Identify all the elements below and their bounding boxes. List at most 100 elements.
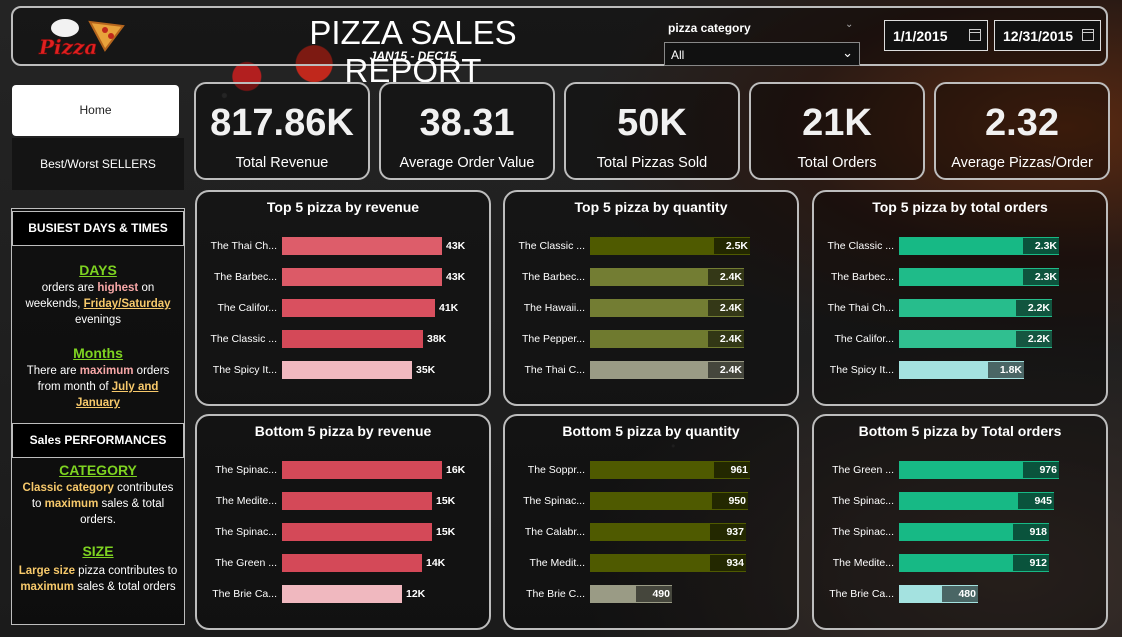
bar[interactable] [282, 268, 442, 286]
bar-row[interactable]: The Spinac... 918 [814, 522, 1106, 542]
bar-row[interactable]: The Calabr... 937 [505, 522, 797, 542]
bar-row[interactable]: The Califor... 2.2K [814, 329, 1106, 349]
bar-category-label: The Soppr... [527, 464, 585, 476]
bar-value-label: 35K [416, 364, 436, 376]
page-subtitle: JAN15 - DEC15 [369, 49, 457, 63]
category-filter-label: pizza category [668, 21, 751, 35]
bar-row[interactable]: The Thai Ch... 2.2K [814, 298, 1106, 318]
bar-value-label: 937 [710, 524, 746, 540]
bar-value-label: 2.2K [1016, 300, 1052, 316]
calendar-icon[interactable] [969, 29, 981, 41]
chart-title: Top 5 pizza by total orders [872, 199, 1048, 215]
bar-value-label: 2.4K [708, 331, 744, 347]
kpi-label: Total Pizzas Sold [596, 155, 708, 171]
bar-row[interactable]: The Brie Ca... 480 [814, 584, 1106, 604]
bar-row[interactable]: The Thai C... 2.4K [505, 360, 797, 380]
bar-row[interactable]: The Spinac... 16K [197, 460, 489, 480]
bar[interactable] [282, 237, 442, 255]
bar-row[interactable]: The Medite... 912 [814, 553, 1106, 573]
bar-row[interactable]: The Spinac... 945 [814, 491, 1106, 511]
bar-category-label: The Classic ... [518, 240, 585, 252]
bar-category-label: The Calabr... [524, 526, 585, 538]
end-date-input[interactable]: 12/31/2015 [994, 20, 1101, 51]
bar-category-label: The Califor... [834, 333, 894, 345]
bar-row[interactable]: The Spicy It... 1.8K [814, 360, 1106, 380]
bar-row[interactable]: The Califor... 41K [197, 298, 489, 318]
bar-row[interactable]: The Green ... 976 [814, 460, 1106, 480]
bar-row[interactable]: The Spicy It... 35K [197, 360, 489, 380]
kpi-card-avg-pizzas-per-order: 2.32 Average Pizzas/Order [934, 82, 1110, 180]
bar-value-label: 15K [436, 495, 456, 507]
bar-value-label: 2.4K [708, 269, 744, 285]
bar-row[interactable]: The Thai Ch... 43K [197, 236, 489, 256]
bar-value-label: 43K [446, 271, 466, 283]
bar-value-label: 43K [446, 240, 466, 252]
bar[interactable] [282, 523, 432, 541]
calendar-icon[interactable] [1082, 29, 1094, 41]
months-heading: Months [73, 345, 123, 361]
bar-row[interactable]: The Barbec... 43K [197, 267, 489, 287]
bar-category-label: The Califor... [217, 302, 277, 314]
bar[interactable] [282, 299, 435, 317]
bar-row[interactable]: The Classic ... 2.3K [814, 236, 1106, 256]
bar-row[interactable]: The Spinac... 15K [197, 522, 489, 542]
bar-row[interactable]: The Classic ... 38K [197, 329, 489, 349]
bar-value-label: 480 [942, 586, 978, 602]
bar-value-label: 961 [714, 462, 750, 478]
start-date-input[interactable]: 1/1/2015 [884, 20, 988, 51]
bar-row[interactable]: The Spinac... 950 [505, 491, 797, 511]
category-filter-select[interactable]: All ⌄ [664, 42, 860, 66]
kpi-card-total-orders: 21K Total Orders [749, 82, 925, 180]
bar-category-label: The Green ... [832, 464, 894, 476]
bar-category-label: The Brie Ca... [829, 588, 894, 600]
bar-value-label: 912 [1013, 555, 1049, 571]
bar-row[interactable]: The Green ... 14K [197, 553, 489, 573]
bar[interactable] [282, 585, 402, 603]
bar-row[interactable]: The Medit... 934 [505, 553, 797, 573]
bar-row[interactable]: The Classic ... 2.5K [505, 236, 797, 256]
category-filter-value: All [671, 48, 685, 62]
chevron-down-icon[interactable]: ⌄ [845, 19, 853, 30]
bar-row[interactable]: The Brie Ca... 12K [197, 584, 489, 604]
kpi-card-total-pizzas-sold: 50K Total Pizzas Sold [564, 82, 740, 180]
bar-value-label: 2.4K [708, 300, 744, 316]
bar-value-label: 1.8K [988, 362, 1024, 378]
kpi-card-total-revenue: 817.86K Total Revenue [194, 82, 370, 180]
kpi-value: 50K [617, 102, 687, 144]
chart-bottom5-revenue: Bottom 5 pizza by revenue The Spinac... 1… [195, 414, 491, 630]
bar-value-label: 918 [1013, 524, 1049, 540]
bar[interactable] [282, 492, 432, 510]
chart-top5-quantity: Top 5 pizza by quantity The Classic ... 2… [503, 190, 799, 406]
months-insight: There are maximum orders from month of J… [26, 365, 170, 409]
bar-category-label: The Spinac... [215, 464, 277, 476]
bar-row[interactable]: The Brie C... 490 [505, 584, 797, 604]
bar-row[interactable]: The Hawaii... 2.4K [505, 298, 797, 318]
kpi-value: 38.31 [419, 102, 515, 144]
bar-category-label: The Spicy It... [829, 364, 894, 376]
bar-category-label: The Thai Ch... [827, 302, 894, 314]
bar-value-label: 934 [710, 555, 746, 571]
bar-row[interactable]: The Barbec... 2.4K [505, 267, 797, 287]
nav-home-button[interactable]: Home [12, 85, 179, 136]
nav-best-worst-button[interactable]: Best/Worst SELLERS [12, 138, 184, 190]
bar[interactable] [282, 361, 412, 379]
bar-value-label: 2.4K [708, 362, 744, 378]
bar-value-label: 2.5K [714, 238, 750, 254]
bar-row[interactable]: The Medite... 15K [197, 491, 489, 511]
end-date-value: 12/31/2015 [1003, 28, 1074, 44]
bar-value-label: 38K [427, 333, 447, 345]
chart-top5-orders: Top 5 pizza by total orders The Classic … [812, 190, 1108, 406]
bar-row[interactable]: The Soppr... 961 [505, 460, 797, 480]
bar[interactable] [282, 461, 442, 479]
bar[interactable] [282, 554, 422, 572]
bar-value-label: 2.2K [1016, 331, 1052, 347]
bar-category-label: The Spicy It... [212, 364, 277, 376]
chart-title: Top 5 pizza by quantity [574, 199, 728, 215]
chart-title: Bottom 5 pizza by quantity [562, 423, 740, 439]
bar-row[interactable]: The Pepper... 2.4K [505, 329, 797, 349]
bar-row[interactable]: The Barbec... 2.3K [814, 267, 1106, 287]
pizza-logo-icon: Pizza [38, 19, 125, 59]
bar[interactable] [282, 330, 423, 348]
kpi-value: 2.32 [985, 102, 1059, 144]
bar-category-label: The Medite... [832, 557, 894, 569]
